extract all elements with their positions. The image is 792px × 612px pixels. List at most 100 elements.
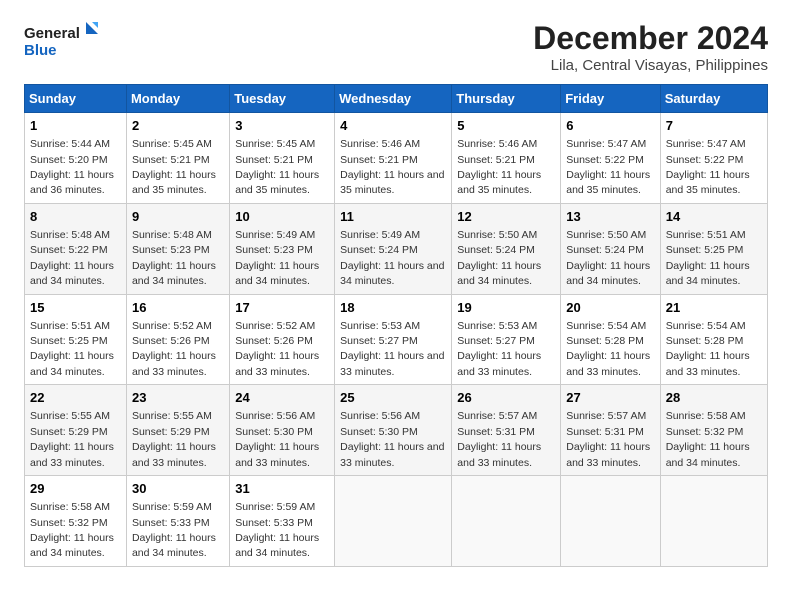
- day-info: Sunrise: 5:52 AMSunset: 5:26 PMDaylight:…: [132, 320, 216, 378]
- calendar-week-row: 1 Sunrise: 5:44 AMSunset: 5:20 PMDaylight…: [25, 113, 768, 204]
- day-info: Sunrise: 5:50 AMSunset: 5:24 PMDaylight:…: [457, 229, 541, 287]
- day-number: 18: [340, 299, 446, 317]
- calendar-cell: 2 Sunrise: 5:45 AMSunset: 5:21 PMDaylight…: [126, 113, 229, 204]
- calendar-cell: 31 Sunrise: 5:59 AMSunset: 5:33 PMDayligh…: [230, 476, 335, 567]
- day-number: 4: [340, 117, 446, 135]
- calendar-cell: 11 Sunrise: 5:49 AMSunset: 5:24 PMDayligh…: [335, 203, 452, 294]
- day-number: 16: [132, 299, 224, 317]
- calendar-week-row: 29Sunrise: 5:58 AMSunset: 5:32 PMDayligh…: [25, 476, 768, 567]
- day-number: 11: [340, 208, 446, 226]
- calendar-cell: 7 Sunrise: 5:47 AMSunset: 5:22 PMDaylight…: [660, 113, 767, 204]
- calendar-cell: 29Sunrise: 5:58 AMSunset: 5:32 PMDayligh…: [25, 476, 127, 567]
- day-number: 20: [566, 299, 654, 317]
- calendar-cell: [452, 476, 561, 567]
- day-info: Sunrise: 5:47 AMSunset: 5:22 PMDaylight:…: [666, 138, 750, 196]
- calendar-body: 1 Sunrise: 5:44 AMSunset: 5:20 PMDaylight…: [25, 113, 768, 567]
- header: General Blue December 2024 Lila, Central…: [24, 20, 768, 74]
- day-info: Sunrise: 5:53 AMSunset: 5:27 PMDaylight:…: [340, 320, 444, 378]
- calendar-week-row: 22 Sunrise: 5:55 AMSunset: 5:29 PMDayligh…: [25, 385, 768, 476]
- day-info: Sunrise: 5:59 AMSunset: 5:33 PMDaylight:…: [235, 501, 319, 559]
- day-number: 3: [235, 117, 329, 135]
- day-number: 30: [132, 480, 224, 498]
- day-info: Sunrise: 5:53 AMSunset: 5:27 PMDaylight:…: [457, 320, 541, 378]
- day-info: Sunrise: 5:46 AMSunset: 5:21 PMDaylight:…: [457, 138, 541, 196]
- calendar-cell: 6 Sunrise: 5:47 AMSunset: 5:22 PMDaylight…: [561, 113, 660, 204]
- calendar-cell: 8Sunrise: 5:48 AMSunset: 5:22 PMDaylight…: [25, 203, 127, 294]
- calendar-cell: 27 Sunrise: 5:57 AMSunset: 5:31 PMDayligh…: [561, 385, 660, 476]
- calendar-cell: 10 Sunrise: 5:49 AMSunset: 5:23 PMDayligh…: [230, 203, 335, 294]
- calendar-cell: 16 Sunrise: 5:52 AMSunset: 5:26 PMDayligh…: [126, 294, 229, 385]
- day-number: 7: [666, 117, 762, 135]
- day-number: 17: [235, 299, 329, 317]
- day-number: 19: [457, 299, 555, 317]
- col-wednesday: Wednesday: [335, 85, 452, 113]
- day-info: Sunrise: 5:54 AMSunset: 5:28 PMDaylight:…: [566, 320, 650, 378]
- calendar-cell: 25Sunrise: 5:56 AMSunset: 5:30 PMDayligh…: [335, 385, 452, 476]
- day-number: 26: [457, 389, 555, 407]
- subtitle: Lila, Central Visayas, Philippines: [533, 57, 768, 74]
- day-info: Sunrise: 5:52 AMSunset: 5:26 PMDaylight:…: [235, 320, 319, 378]
- calendar-cell: 30Sunrise: 5:59 AMSunset: 5:33 PMDayligh…: [126, 476, 229, 567]
- day-info: Sunrise: 5:57 AMSunset: 5:31 PMDaylight:…: [457, 410, 541, 468]
- calendar-cell: 17 Sunrise: 5:52 AMSunset: 5:26 PMDayligh…: [230, 294, 335, 385]
- calendar-cell: 14Sunrise: 5:51 AMSunset: 5:25 PMDayligh…: [660, 203, 767, 294]
- calendar-table: Sunday Monday Tuesday Wednesday Thursday…: [24, 84, 768, 567]
- header-row: Sunday Monday Tuesday Wednesday Thursday…: [25, 85, 768, 113]
- calendar-cell: 22Sunrise: 5:55 AMSunset: 5:29 PMDayligh…: [25, 385, 127, 476]
- calendar-header: Sunday Monday Tuesday Wednesday Thursday…: [25, 85, 768, 113]
- calendar-cell: 3 Sunrise: 5:45 AMSunset: 5:21 PMDaylight…: [230, 113, 335, 204]
- logo-svg: General Blue: [24, 20, 104, 64]
- day-number: 1: [30, 117, 121, 135]
- day-number: 6: [566, 117, 654, 135]
- day-info: Sunrise: 5:55 AMSunset: 5:29 PMDaylight:…: [132, 410, 216, 468]
- day-number: 28: [666, 389, 762, 407]
- day-number: 31: [235, 480, 329, 498]
- calendar-cell: [660, 476, 767, 567]
- col-saturday: Saturday: [660, 85, 767, 113]
- day-info: Sunrise: 5:47 AMSunset: 5:22 PMDaylight:…: [566, 138, 650, 196]
- day-info: Sunrise: 5:57 AMSunset: 5:31 PMDaylight:…: [566, 410, 650, 468]
- day-info: Sunrise: 5:44 AMSunset: 5:20 PMDaylight:…: [30, 138, 114, 196]
- day-info: Sunrise: 5:58 AMSunset: 5:32 PMDaylight:…: [30, 501, 114, 559]
- col-thursday: Thursday: [452, 85, 561, 113]
- day-info: Sunrise: 5:45 AMSunset: 5:21 PMDaylight:…: [132, 138, 216, 196]
- col-tuesday: Tuesday: [230, 85, 335, 113]
- day-number: 5: [457, 117, 555, 135]
- col-friday: Friday: [561, 85, 660, 113]
- day-info: Sunrise: 5:48 AMSunset: 5:23 PMDaylight:…: [132, 229, 216, 287]
- calendar-cell: [335, 476, 452, 567]
- day-info: Sunrise: 5:51 AMSunset: 5:25 PMDaylight:…: [30, 320, 114, 378]
- calendar-week-row: 8Sunrise: 5:48 AMSunset: 5:22 PMDaylight…: [25, 203, 768, 294]
- logo: General Blue: [24, 20, 104, 64]
- day-number: 9: [132, 208, 224, 226]
- day-number: 12: [457, 208, 555, 226]
- calendar-cell: 20 Sunrise: 5:54 AMSunset: 5:28 PMDayligh…: [561, 294, 660, 385]
- calendar-week-row: 15 Sunrise: 5:51 AMSunset: 5:25 PMDayligh…: [25, 294, 768, 385]
- day-info: Sunrise: 5:49 AMSunset: 5:23 PMDaylight:…: [235, 229, 319, 287]
- day-info: Sunrise: 5:58 AMSunset: 5:32 PMDaylight:…: [666, 410, 750, 468]
- calendar-cell: 26 Sunrise: 5:57 AMSunset: 5:31 PMDayligh…: [452, 385, 561, 476]
- day-number: 10: [235, 208, 329, 226]
- svg-text:Blue: Blue: [24, 42, 57, 59]
- day-number: 22: [30, 389, 121, 407]
- calendar-cell: 1 Sunrise: 5:44 AMSunset: 5:20 PMDaylight…: [25, 113, 127, 204]
- calendar-cell: 9 Sunrise: 5:48 AMSunset: 5:23 PMDaylight…: [126, 203, 229, 294]
- day-info: Sunrise: 5:49 AMSunset: 5:24 PMDaylight:…: [340, 229, 444, 287]
- svg-text:General: General: [24, 25, 80, 42]
- day-number: 8: [30, 208, 121, 226]
- calendar-cell: 15 Sunrise: 5:51 AMSunset: 5:25 PMDayligh…: [25, 294, 127, 385]
- day-number: 2: [132, 117, 224, 135]
- day-number: 27: [566, 389, 654, 407]
- calendar-cell: 5 Sunrise: 5:46 AMSunset: 5:21 PMDaylight…: [452, 113, 561, 204]
- day-number: 15: [30, 299, 121, 317]
- calendar-cell: 24Sunrise: 5:56 AMSunset: 5:30 PMDayligh…: [230, 385, 335, 476]
- day-info: Sunrise: 5:50 AMSunset: 5:24 PMDaylight:…: [566, 229, 650, 287]
- day-info: Sunrise: 5:46 AMSunset: 5:21 PMDaylight:…: [340, 138, 444, 196]
- calendar-cell: 21Sunrise: 5:54 AMSunset: 5:28 PMDayligh…: [660, 294, 767, 385]
- day-info: Sunrise: 5:45 AMSunset: 5:21 PMDaylight:…: [235, 138, 319, 196]
- calendar-cell: 12 Sunrise: 5:50 AMSunset: 5:24 PMDayligh…: [452, 203, 561, 294]
- day-number: 25: [340, 389, 446, 407]
- calendar-cell: 4 Sunrise: 5:46 AMSunset: 5:21 PMDaylight…: [335, 113, 452, 204]
- calendar-cell: 23Sunrise: 5:55 AMSunset: 5:29 PMDayligh…: [126, 385, 229, 476]
- col-monday: Monday: [126, 85, 229, 113]
